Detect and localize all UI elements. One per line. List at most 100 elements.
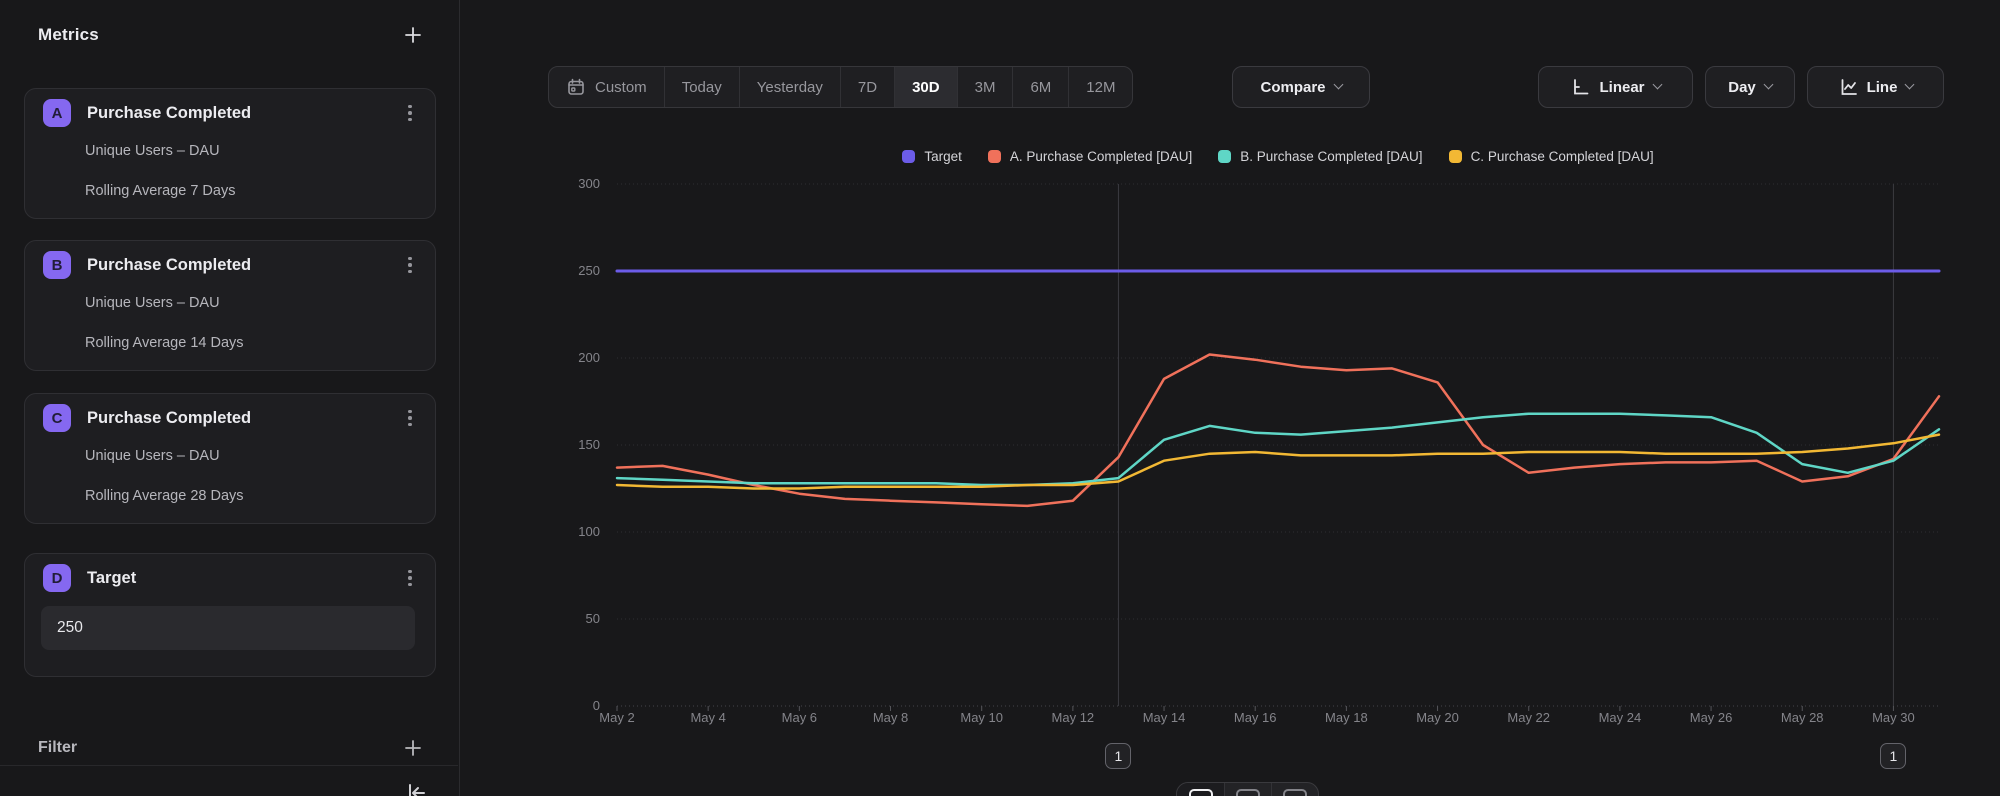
legend-swatch [988, 150, 1001, 163]
y-axis-tick-label: 250 [545, 263, 600, 278]
chevron-down-icon [1905, 80, 1915, 90]
range-label: 12M [1086, 79, 1115, 96]
range-label: Custom [595, 79, 647, 96]
metrics-header: Metrics [38, 22, 425, 48]
y-axis-tick-label: 150 [545, 437, 600, 452]
legend-swatch [902, 150, 915, 163]
range-label: 7D [858, 79, 877, 96]
metric-card-c[interactable]: C Purchase Completed Unique Users – DAU … [24, 393, 436, 524]
metric-badge-d: D [43, 564, 71, 592]
metric-measure: Unique Users – DAU [85, 143, 220, 159]
x-axis-tick-label: May 14 [1124, 710, 1204, 725]
range-label: 30D [912, 79, 940, 96]
legend-swatch [1218, 150, 1231, 163]
date-range-control: Custom Today Yesterday 7D 30D 3M 6M 12M [548, 66, 1133, 108]
metric-title: Purchase Completed [87, 104, 399, 123]
y-axis-tick-label: 50 [545, 611, 600, 626]
breakdown-view-icon [1236, 789, 1260, 796]
x-axis-tick-label: May 30 [1853, 710, 1933, 725]
chevron-down-icon [1333, 80, 1343, 90]
line-chart-plot[interactable] [617, 184, 1939, 714]
collapse-left-icon [403, 780, 429, 796]
view-chart-button[interactable] [1177, 783, 1224, 796]
x-axis-tick-label: May 18 [1306, 710, 1386, 725]
range-12m[interactable]: 12M [1068, 67, 1132, 107]
table-view-icon [1283, 789, 1307, 796]
plus-icon [403, 25, 423, 45]
legend-item-c[interactable]: C. Purchase Completed [DAU] [1449, 149, 1654, 164]
chevron-down-icon [1652, 80, 1662, 90]
metric-rolling-average: Rolling Average 7 Days [85, 183, 235, 199]
x-axis-tick-label: May 24 [1580, 710, 1660, 725]
metric-badge-a: A [43, 99, 71, 127]
axis-scale-icon [1570, 77, 1590, 97]
metric-title: Purchase Completed [87, 409, 399, 428]
target-card[interactable]: D Target [24, 553, 436, 677]
target-value-input[interactable] [41, 606, 415, 650]
metrics-sidebar: Metrics A Purchase Completed Unique User… [0, 0, 460, 796]
metric-measure: Unique Users – DAU [85, 295, 220, 311]
interval-select-button[interactable]: Day [1705, 66, 1795, 108]
range-30d[interactable]: 30D [894, 67, 957, 107]
target-card-header: D Target [43, 563, 421, 593]
x-axis-tick-label: May 2 [577, 710, 657, 725]
x-axis-tick-label: May 28 [1762, 710, 1842, 725]
x-axis-tick-label: May 26 [1671, 710, 1751, 725]
metric-rolling-average: Rolling Average 14 Days [85, 335, 244, 351]
x-axis-tick-label: May 16 [1215, 710, 1295, 725]
metric-card-b[interactable]: B Purchase Completed Unique Users – DAU … [24, 240, 436, 371]
x-axis-tick-label: May 22 [1489, 710, 1569, 725]
range-custom[interactable]: Custom [549, 67, 664, 107]
legend-label: Target [924, 149, 962, 164]
x-axis-tick-label: May 8 [851, 710, 931, 725]
chart-view-toggle [1176, 782, 1319, 796]
range-6m[interactable]: 6M [1012, 67, 1068, 107]
compare-button[interactable]: Compare [1232, 66, 1370, 108]
line-chart-icon [1838, 77, 1858, 97]
plus-icon [403, 738, 423, 758]
scale-select-button[interactable]: Linear [1538, 66, 1693, 108]
metric-card-a-header: A Purchase Completed [43, 98, 421, 128]
view-table-button[interactable] [1271, 783, 1318, 796]
calendar-icon [566, 77, 586, 97]
metric-card-a[interactable]: A Purchase Completed Unique Users – DAU … [24, 88, 436, 219]
metric-measure: Unique Users – DAU [85, 448, 220, 464]
metric-badge-b: B [43, 251, 71, 279]
chevron-down-icon [1763, 80, 1773, 90]
y-axis-tick-label: 100 [545, 524, 600, 539]
chart-type-select-button[interactable]: Line [1807, 66, 1944, 108]
view-breakdown-button[interactable] [1224, 783, 1271, 796]
x-axis-tick-label: May 6 [759, 710, 839, 725]
metric-card-c-header: C Purchase Completed [43, 403, 421, 433]
range-label: 6M [1030, 79, 1051, 96]
metric-options-button[interactable] [399, 253, 421, 277]
metric-rolling-average: Rolling Average 28 Days [85, 488, 244, 504]
y-axis-tick-label: 300 [545, 176, 600, 191]
legend-label: B. Purchase Completed [DAU] [1240, 149, 1422, 164]
add-filter-button[interactable] [401, 736, 425, 760]
metrics-title: Metrics [38, 25, 99, 45]
chart-view-icon [1189, 789, 1213, 796]
collapse-sidebar-button[interactable] [403, 780, 429, 796]
interval-label: Day [1728, 79, 1756, 96]
legend-label: A. Purchase Completed [DAU] [1010, 149, 1192, 164]
range-label: Yesterday [757, 79, 823, 96]
legend-item-a[interactable]: A. Purchase Completed [DAU] [988, 149, 1192, 164]
legend-item-target[interactable]: Target [902, 149, 962, 164]
metric-title: Purchase Completed [87, 256, 399, 275]
range-7d[interactable]: 7D [840, 67, 894, 107]
annotation-badge[interactable]: 1 [1880, 743, 1906, 769]
filter-section: Filter [38, 735, 425, 761]
metric-options-button[interactable] [399, 101, 421, 125]
add-metric-button[interactable] [401, 23, 425, 47]
range-yesterday[interactable]: Yesterday [739, 67, 840, 107]
annotation-badge[interactable]: 1 [1105, 743, 1131, 769]
legend-swatch [1449, 150, 1462, 163]
range-3m[interactable]: 3M [957, 67, 1013, 107]
legend-item-b[interactable]: B. Purchase Completed [DAU] [1218, 149, 1422, 164]
metric-options-button[interactable] [399, 406, 421, 430]
range-today[interactable]: Today [664, 67, 739, 107]
x-axis-tick-label: May 12 [1033, 710, 1113, 725]
target-options-button[interactable] [399, 566, 421, 590]
x-axis-tick-label: May 10 [942, 710, 1022, 725]
